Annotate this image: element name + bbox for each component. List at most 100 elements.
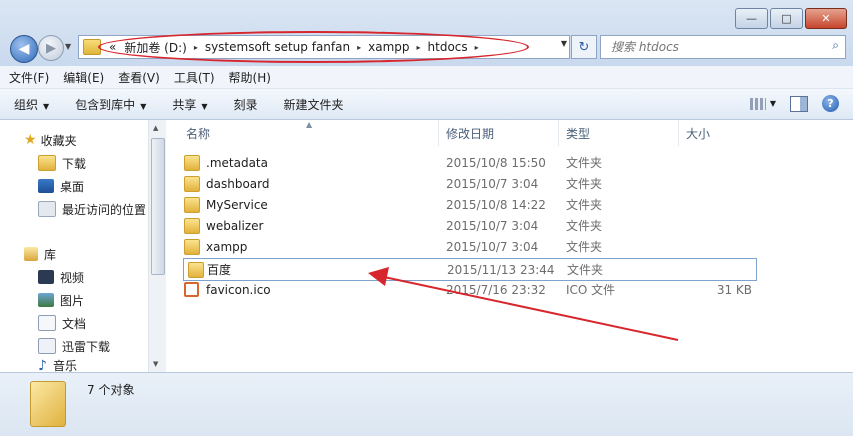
file-type: 文件夹 bbox=[566, 156, 603, 170]
breadcrumb-overflow[interactable]: « bbox=[109, 40, 116, 54]
chevron-down-icon[interactable]: ▼ bbox=[770, 99, 776, 108]
folder-icon bbox=[188, 261, 204, 278]
menu-edit[interactable]: 编辑(E) bbox=[63, 69, 104, 86]
folder-icon bbox=[184, 154, 200, 171]
chevron-down-icon: ▼ bbox=[140, 101, 147, 111]
sidebar-item-recent[interactable]: 最近访问的位置 bbox=[38, 199, 146, 219]
file-date: 2015/10/7 3:04 bbox=[446, 239, 539, 254]
file-date: 2015/11/13 23:44 bbox=[447, 262, 555, 277]
file-type: 文件夹 bbox=[566, 240, 603, 254]
sidebar-item-downloads[interactable]: 下载 bbox=[38, 153, 86, 173]
file-date: 2015/10/8 14:22 bbox=[446, 197, 546, 212]
sidebar-item-music[interactable]: ♪ 音乐 bbox=[38, 359, 77, 372]
sidebar-item-label: 收藏夹 bbox=[40, 133, 77, 148]
file-date: 2015/7/16 23:32 bbox=[446, 282, 546, 297]
sidebar-item-videos[interactable]: 视频 bbox=[38, 267, 84, 287]
column-label: 名称 bbox=[186, 126, 211, 141]
help-icon[interactable]: ? bbox=[822, 95, 839, 112]
file-date: 2015/10/7 3:04 bbox=[446, 176, 539, 191]
burn-button[interactable]: 刻录 bbox=[234, 96, 258, 113]
chevron-right-icon[interactable]: ▸ bbox=[357, 43, 361, 52]
address-bar[interactable]: « 新加卷 (D:) ▸ systemsoft setup fanfan ▸ x… bbox=[78, 35, 570, 59]
breadcrumb-item-htdocs[interactable]: htdocs bbox=[428, 40, 468, 54]
column-header-name[interactable]: 名称 bbox=[180, 120, 439, 146]
navigation-pane: ★ 收藏夹 下载 桌面 最近访问的位置 库 视频 图片 文档 迅雷下载 ♪ 音乐… bbox=[0, 120, 166, 372]
breadcrumb-item-xampp[interactable]: xampp bbox=[368, 40, 409, 54]
chevron-right-icon[interactable]: ▸ bbox=[194, 43, 198, 52]
view-options-icon[interactable] bbox=[749, 97, 766, 110]
chevron-right-icon[interactable]: ▸ bbox=[417, 43, 421, 52]
folder-icon bbox=[184, 217, 200, 234]
file-date: 2015/10/8 15:50 bbox=[446, 155, 546, 170]
table-row[interactable]: MyService 2015/10/8 14:22 文件夹 bbox=[180, 194, 755, 215]
folder-icon bbox=[184, 175, 200, 192]
file-type: 文件夹 bbox=[567, 263, 604, 277]
file-name: 百度 bbox=[207, 263, 232, 277]
preview-pane-icon[interactable] bbox=[790, 95, 808, 112]
column-header-size[interactable]: 大小 bbox=[680, 120, 760, 146]
menu-file[interactable]: 文件(F) bbox=[9, 69, 49, 86]
menu-help[interactable]: 帮助(H) bbox=[229, 69, 271, 86]
close-button[interactable]: ✕ bbox=[805, 8, 847, 29]
menu-view[interactable]: 查看(V) bbox=[118, 69, 160, 86]
search-input[interactable] bbox=[609, 36, 818, 58]
table-row[interactable]: favicon.ico 2015/7/16 23:32 ICO 文件 31 KB bbox=[180, 279, 755, 300]
column-label: 修改日期 bbox=[446, 126, 495, 141]
sidebar-item-documents[interactable]: 文档 bbox=[38, 313, 86, 333]
search-box[interactable]: ⌕ bbox=[600, 35, 846, 59]
breadcrumb-item-systemsoft[interactable]: systemsoft setup fanfan bbox=[205, 40, 350, 54]
sidebar-item-thunder[interactable]: 迅雷下载 bbox=[38, 336, 110, 356]
share-button[interactable]: 共享 ▼ bbox=[172, 96, 207, 113]
sidebar-item-favorites[interactable]: ★ 收藏夹 bbox=[24, 130, 77, 150]
menu-tools[interactable]: 工具(T) bbox=[174, 69, 215, 86]
sidebar-item-libraries[interactable]: 库 bbox=[24, 244, 56, 264]
sidebar-item-label: 桌面 bbox=[60, 179, 85, 194]
sidebar-item-label: 文档 bbox=[62, 316, 87, 331]
column-header-type[interactable]: 类型 bbox=[560, 120, 679, 146]
sidebar-scrollbar[interactable]: ▲ ▼ bbox=[148, 120, 166, 372]
breadcrumb-item-drive[interactable]: 新加卷 (D:) bbox=[124, 39, 186, 56]
arrow-left-icon: ◀ bbox=[18, 41, 30, 57]
thunder-download-icon bbox=[38, 338, 56, 354]
file-name: .metadata bbox=[206, 155, 268, 170]
table-row[interactable]: dashboard 2015/10/7 3:04 文件夹 bbox=[180, 173, 755, 194]
scroll-down-icon[interactable]: ▼ bbox=[153, 360, 158, 368]
file-list: ▲ 名称 修改日期 类型 大小 .metadata 2015/10/8 15:5… bbox=[166, 120, 853, 372]
file-size: 31 KB bbox=[716, 282, 752, 297]
minimize-button[interactable]: — bbox=[735, 8, 768, 29]
explorer-window: — □ ✕ ◀ ▶ ▼ « 新加卷 (D:) ▸ systemsoft setu… bbox=[0, 0, 853, 436]
new-folder-button[interactable]: 新建文件夹 bbox=[284, 96, 344, 113]
menu-bar: 文件(F) 编辑(E) 查看(V) 工具(T) 帮助(H) bbox=[0, 66, 853, 89]
picture-icon bbox=[38, 293, 54, 307]
folder-icon bbox=[184, 196, 200, 213]
forward-button[interactable]: ▶ bbox=[38, 35, 64, 61]
sidebar-item-desktop[interactable]: 桌面 bbox=[38, 176, 84, 196]
organize-button[interactable]: 组织 ▼ bbox=[14, 96, 49, 113]
sidebar-item-label: 图片 bbox=[60, 293, 85, 308]
include-library-button[interactable]: 包含到库中 ▼ bbox=[75, 96, 146, 113]
table-row[interactable]: .metadata 2015/10/8 15:50 文件夹 bbox=[180, 152, 755, 173]
table-row[interactable]: webalizer 2015/10/7 3:04 文件夹 bbox=[180, 215, 755, 236]
recent-pages-dropdown[interactable]: ▼ bbox=[65, 42, 71, 51]
column-label: 类型 bbox=[566, 126, 591, 141]
scrollbar-thumb[interactable] bbox=[151, 138, 165, 275]
sidebar-item-pictures[interactable]: 图片 bbox=[38, 290, 84, 310]
refresh-button[interactable]: ↻ bbox=[571, 35, 597, 59]
address-dropdown[interactable]: ▼ bbox=[561, 39, 567, 48]
back-button[interactable]: ◀ bbox=[10, 35, 38, 63]
scroll-up-icon[interactable]: ▲ bbox=[153, 124, 158, 132]
sidebar-item-label: 下载 bbox=[62, 156, 87, 171]
column-header-date[interactable]: 修改日期 bbox=[440, 120, 559, 146]
video-icon bbox=[38, 270, 54, 284]
table-row-selected[interactable]: 百度 2015/11/13 23:44 文件夹 bbox=[183, 258, 757, 281]
search-icon[interactable]: ⌕ bbox=[832, 38, 839, 53]
window-controls: — □ ✕ bbox=[735, 8, 847, 29]
table-row[interactable]: xampp 2015/10/7 3:04 文件夹 bbox=[180, 236, 755, 257]
include-library-label: 包含到库中 bbox=[75, 97, 136, 112]
file-name: MyService bbox=[206, 197, 268, 212]
music-icon: ♪ bbox=[38, 359, 47, 372]
maximize-button[interactable]: □ bbox=[770, 8, 803, 29]
file-type: ICO 文件 bbox=[566, 283, 616, 297]
chevron-right-icon[interactable]: ▸ bbox=[475, 43, 479, 52]
arrow-right-icon: ▶ bbox=[46, 40, 56, 56]
